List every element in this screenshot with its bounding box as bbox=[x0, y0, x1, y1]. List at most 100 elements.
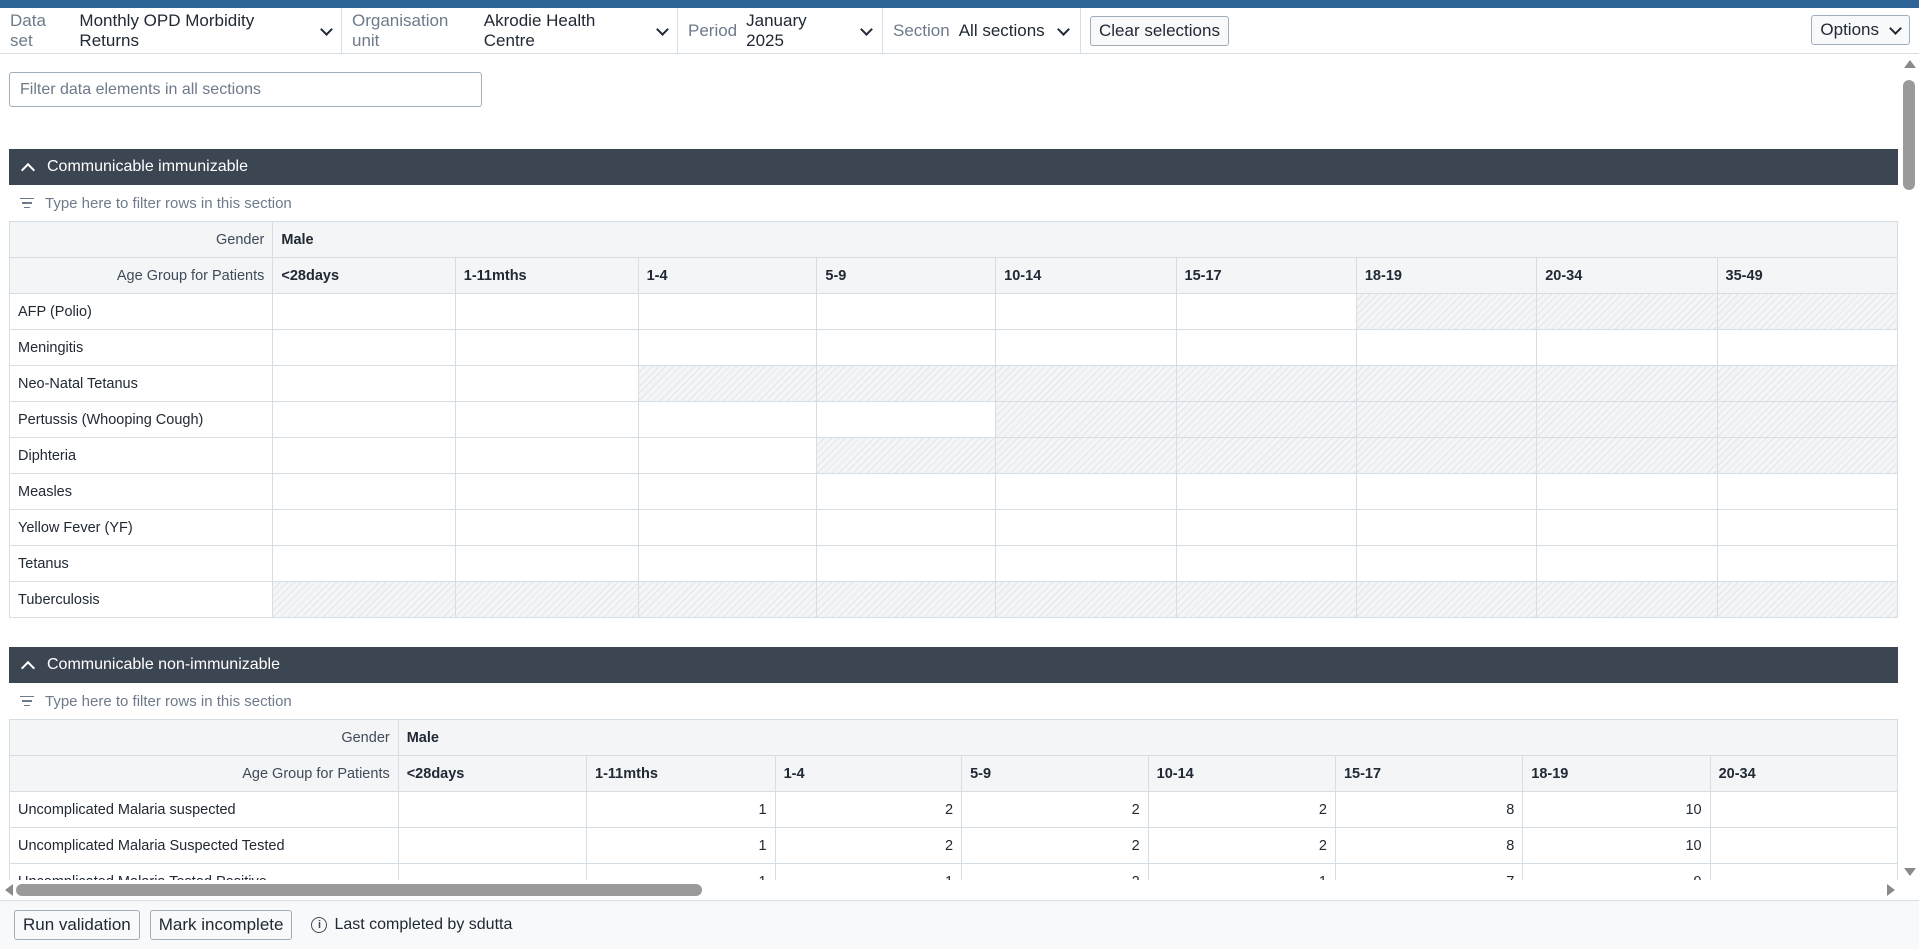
value-cell[interactable]: 7 bbox=[1334, 863, 1524, 880]
value-cell[interactable]: 2 bbox=[961, 863, 1149, 880]
value-cell[interactable] bbox=[637, 473, 818, 510]
value-cell[interactable] bbox=[995, 509, 1177, 546]
section-row-filter-input[interactable]: Type here to filter rows in this section bbox=[9, 185, 1898, 221]
value-cell[interactable]: 1 bbox=[586, 791, 776, 828]
org-unit-selector[interactable]: Organisation unit Akrodie Health Centre bbox=[342, 8, 678, 53]
scroll-left-icon[interactable] bbox=[5, 884, 13, 896]
value-cell[interactable]: 2 bbox=[1147, 791, 1336, 828]
value-cell[interactable]: 2 bbox=[1147, 827, 1336, 864]
section-header[interactable]: Communicable immunizable bbox=[9, 149, 1898, 185]
value-cell[interactable] bbox=[454, 293, 639, 330]
value-cell[interactable]: 10 bbox=[1522, 827, 1711, 864]
value-cell[interactable]: 10 bbox=[1522, 791, 1711, 828]
horizontal-scrollbar[interactable] bbox=[0, 880, 1900, 899]
value-cell[interactable]: 1 bbox=[1147, 863, 1336, 880]
value-cell[interactable] bbox=[272, 545, 456, 582]
value-cell[interactable] bbox=[454, 401, 639, 438]
value-cell[interactable] bbox=[1355, 509, 1538, 546]
value-cell[interactable] bbox=[1355, 545, 1538, 582]
value-cell[interactable] bbox=[1175, 509, 1357, 546]
value-cell[interactable] bbox=[995, 545, 1177, 582]
value-cell[interactable] bbox=[637, 545, 818, 582]
value-cell[interactable] bbox=[454, 545, 639, 582]
value-cell[interactable] bbox=[816, 509, 997, 546]
column-header: 15-17 bbox=[1175, 257, 1357, 294]
age-group-label: Age Group for Patients bbox=[9, 257, 274, 294]
scroll-thumb[interactable] bbox=[16, 884, 702, 896]
scroll-thumb[interactable] bbox=[1903, 80, 1915, 190]
value-cell[interactable] bbox=[816, 293, 997, 330]
value-cell[interactable] bbox=[1709, 791, 1898, 828]
value-cell[interactable] bbox=[1716, 329, 1898, 366]
value-cell[interactable] bbox=[995, 329, 1177, 366]
value-cell[interactable] bbox=[272, 401, 456, 438]
vertical-scrollbar[interactable] bbox=[1900, 56, 1919, 880]
value-cell[interactable] bbox=[1536, 473, 1718, 510]
value-cell[interactable]: 8 bbox=[1334, 791, 1524, 828]
value-cell[interactable] bbox=[1355, 329, 1538, 366]
value-cell[interactable] bbox=[1709, 827, 1898, 864]
value-cell[interactable] bbox=[1175, 329, 1357, 366]
value-cell[interactable] bbox=[995, 473, 1177, 510]
value-cell[interactable] bbox=[816, 473, 997, 510]
value-cell[interactable] bbox=[816, 329, 997, 366]
mark-incomplete-button[interactable]: Mark incomplete bbox=[149, 910, 293, 940]
value-cell[interactable] bbox=[1355, 473, 1538, 510]
clear-selections-button[interactable]: Clear selections bbox=[1090, 15, 1229, 46]
value-cell[interactable] bbox=[1536, 329, 1718, 366]
value-cell[interactable]: 2 bbox=[961, 791, 1149, 828]
value-cell[interactable] bbox=[637, 329, 818, 366]
value-cell[interactable] bbox=[1536, 545, 1718, 582]
section-selector[interactable]: Section All sections bbox=[883, 8, 1081, 53]
value-cell[interactable]: 2 bbox=[774, 791, 963, 828]
value-cell[interactable] bbox=[454, 437, 639, 474]
value-cell[interactable]: 1 bbox=[586, 863, 776, 880]
filter-data-elements-input[interactable]: Filter data elements in all sections bbox=[9, 72, 482, 107]
value-cell[interactable] bbox=[454, 509, 639, 546]
value-cell[interactable] bbox=[1175, 545, 1357, 582]
value-cell[interactable] bbox=[637, 437, 818, 474]
value-cell[interactable] bbox=[1716, 509, 1898, 546]
value-cell[interactable] bbox=[637, 509, 818, 546]
options-button[interactable]: Options bbox=[1811, 15, 1910, 45]
value-cell[interactable] bbox=[397, 863, 588, 880]
value-cell[interactable] bbox=[637, 401, 818, 438]
period-selector[interactable]: Period January 2025 bbox=[678, 8, 883, 53]
value-cell[interactable] bbox=[272, 509, 456, 546]
header-strip bbox=[0, 0, 1919, 8]
value-cell[interactable] bbox=[454, 365, 639, 402]
value-cell[interactable] bbox=[995, 293, 1177, 330]
scroll-up-icon[interactable] bbox=[1904, 60, 1916, 68]
value-cell[interactable] bbox=[454, 473, 639, 510]
section-header[interactable]: Communicable non-immunizable bbox=[9, 647, 1898, 683]
column-header: 5-9 bbox=[961, 755, 1149, 792]
value-cell[interactable] bbox=[397, 791, 588, 828]
value-cell[interactable] bbox=[272, 437, 456, 474]
value-cell[interactable] bbox=[272, 365, 456, 402]
value-cell[interactable]: 2 bbox=[774, 827, 963, 864]
value-cell[interactable] bbox=[1536, 509, 1718, 546]
value-cell[interactable] bbox=[272, 329, 456, 366]
value-cell[interactable] bbox=[637, 293, 818, 330]
value-cell[interactable] bbox=[272, 473, 456, 510]
scroll-down-icon[interactable] bbox=[1904, 868, 1916, 876]
data-set-selector[interactable]: Data set Monthly OPD Morbidity Returns bbox=[0, 8, 342, 53]
value-cell[interactable] bbox=[1716, 473, 1898, 510]
value-cell[interactable]: 8 bbox=[1334, 827, 1524, 864]
scroll-right-icon[interactable] bbox=[1887, 884, 1895, 896]
value-cell[interactable] bbox=[454, 329, 639, 366]
value-cell[interactable] bbox=[816, 401, 997, 438]
value-cell[interactable]: 1 bbox=[774, 863, 963, 880]
section-row-filter-input[interactable]: Type here to filter rows in this section bbox=[9, 683, 1898, 719]
value-cell[interactable]: 2 bbox=[961, 827, 1149, 864]
run-validation-button[interactable]: Run validation bbox=[14, 910, 140, 940]
value-cell[interactable] bbox=[1175, 473, 1357, 510]
value-cell[interactable] bbox=[1175, 293, 1357, 330]
value-cell[interactable]: 1 bbox=[586, 827, 776, 864]
value-cell[interactable] bbox=[1716, 545, 1898, 582]
value-cell[interactable] bbox=[397, 827, 588, 864]
value-cell[interactable] bbox=[272, 293, 456, 330]
value-cell[interactable] bbox=[816, 545, 997, 582]
value-cell[interactable]: 9 bbox=[1522, 863, 1711, 880]
value-cell[interactable] bbox=[1709, 863, 1898, 880]
